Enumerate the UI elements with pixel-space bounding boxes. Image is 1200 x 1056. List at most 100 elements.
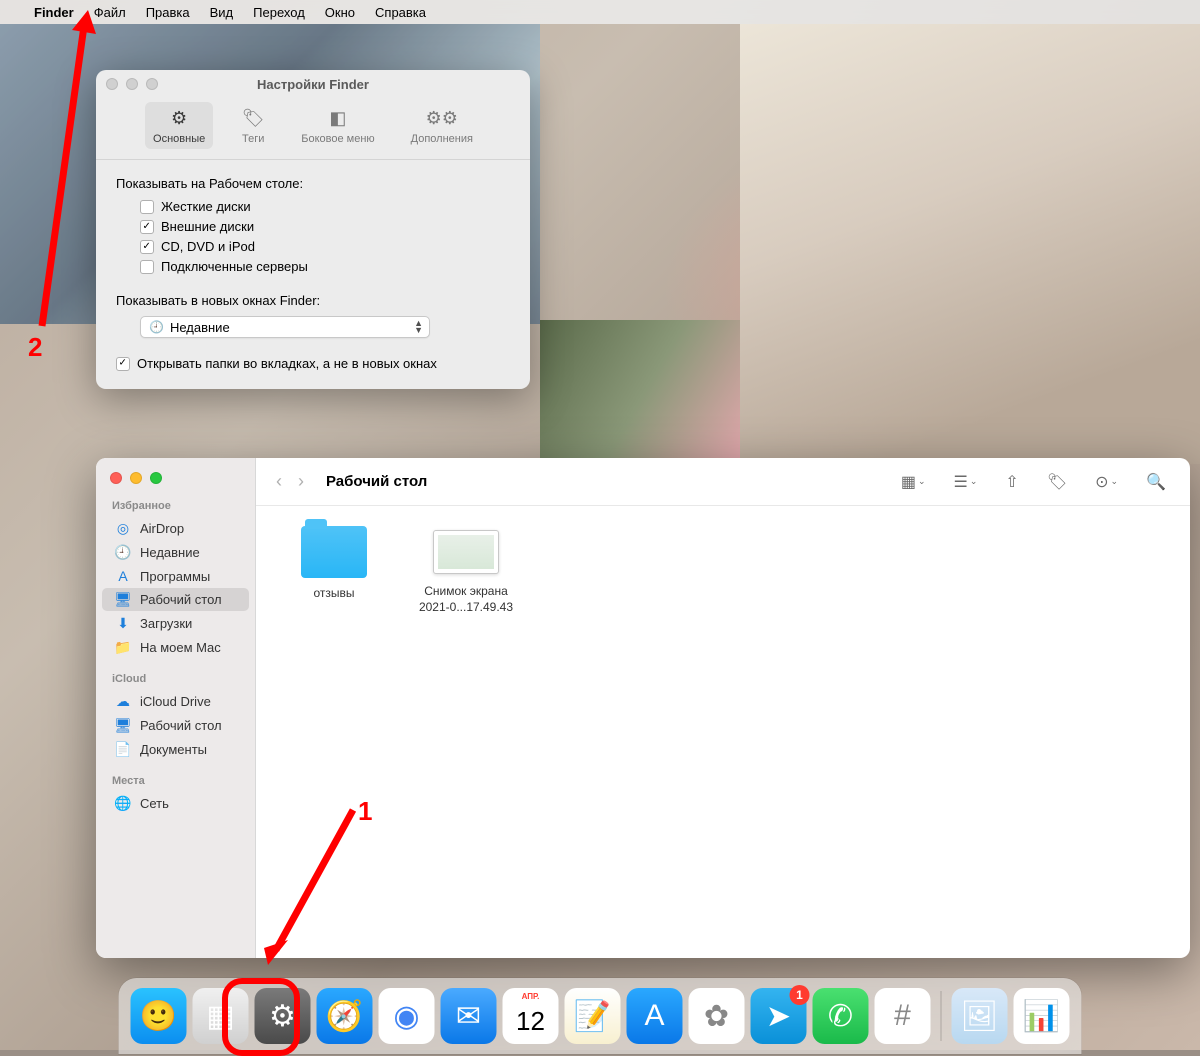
- sidebar-item[interactable]: 📄 Документы: [102, 738, 249, 761]
- minimize-button[interactable]: [130, 472, 142, 484]
- dock-app-appstore[interactable]: A: [627, 988, 683, 1044]
- nav-back-button[interactable]: ‹: [270, 471, 288, 492]
- sidebar-item-icon: ⬇: [114, 615, 132, 632]
- dock: 🙂▦⚙🧭◉✉АПР.12📝A✿➤1✆# 🖼📊: [119, 978, 1082, 1054]
- gears-icon: ⚙⚙: [430, 106, 454, 130]
- zoom-button[interactable]: [150, 472, 162, 484]
- file-item[interactable]: Снимок экрана 2021-0...17.49.43: [416, 526, 516, 615]
- finder-traffic-lights: [96, 470, 255, 496]
- prefs-tab-sidebar[interactable]: ◧Боковое меню: [293, 102, 382, 149]
- dock-app-numbers[interactable]: 📊: [1014, 988, 1070, 1044]
- prefs-titlebar[interactable]: Настройки Finder: [96, 70, 530, 98]
- new-window-label: Показывать в новых окнах Finder:: [116, 293, 510, 308]
- dock-separator: [941, 991, 942, 1041]
- dock-app-mail[interactable]: ✉: [441, 988, 497, 1044]
- sidebar-item-label: Сеть: [140, 796, 169, 811]
- tag-icon: 🏷: [241, 106, 265, 130]
- dock-app-notes[interactable]: 📝: [565, 988, 621, 1044]
- sidebar-header-icloud: iCloud: [96, 669, 255, 689]
- menu-go[interactable]: Переход: [253, 5, 305, 20]
- badge: 1: [790, 985, 810, 1005]
- checkbox-hard-disks[interactable]: Жесткие диски: [140, 199, 510, 214]
- group-by-button[interactable]: ☰ ⌄: [944, 472, 988, 492]
- sidebar-item[interactable]: 🖥 Рабочий стол: [102, 588, 249, 611]
- menu-edit[interactable]: Правка: [146, 5, 190, 20]
- finder-toolbar: ‹ › Рабочий стол ▦ ⌄ ☰ ⌄ ⇧ 🏷 ⊙ ⌄ 🔍: [256, 458, 1190, 506]
- file-name: отзывы: [284, 586, 384, 602]
- search-button[interactable]: 🔍: [1136, 472, 1176, 492]
- sidebar-header-favorites: Избранное: [96, 496, 255, 516]
- finder-title: Рабочий стол: [326, 473, 427, 490]
- sidebar-item-icon: A: [114, 568, 132, 584]
- sidebar-item[interactable]: 🕘 Недавние: [102, 541, 249, 564]
- sidebar-item-icon: 🖥: [114, 591, 132, 608]
- sidebar-header-locations: Места: [96, 771, 255, 791]
- sidebar-item[interactable]: ⬇Загрузки: [102, 612, 249, 635]
- close-button[interactable]: [110, 472, 122, 484]
- sidebar-item[interactable]: 📁На моем Mac: [102, 636, 249, 659]
- sidebar-item-icon: 📄: [114, 741, 132, 758]
- dock-app-chrome[interactable]: ◉: [379, 988, 435, 1044]
- sidebar-item-icon: 🕘: [114, 544, 132, 561]
- prefs-tab-general[interactable]: ⚙Основные: [145, 102, 213, 149]
- menu-window[interactable]: Окно: [325, 5, 355, 20]
- dock-app-photos[interactable]: ✿: [689, 988, 745, 1044]
- dock-app-preview[interactable]: 🖼: [952, 988, 1008, 1044]
- dock-app-settings[interactable]: ⚙: [255, 988, 311, 1044]
- sidebar-item-label: Недавние: [140, 545, 200, 560]
- checkbox-servers[interactable]: Подключенные серверы: [140, 259, 510, 274]
- dock-app-launchpad[interactable]: ▦: [193, 988, 249, 1044]
- sidebar-item-icon: ◎: [114, 520, 132, 537]
- show-on-desktop-label: Показывать на Рабочем столе:: [116, 176, 510, 191]
- file-name: Снимок экрана 2021-0...17.49.43: [416, 584, 516, 615]
- dock-app-whatsapp[interactable]: ✆: [813, 988, 869, 1044]
- file-item[interactable]: отзывы: [284, 526, 384, 602]
- sidebar-item-label: iCloud Drive: [140, 694, 211, 709]
- action-button[interactable]: ⊙ ⌄: [1085, 472, 1128, 492]
- sidebar-icon: ◧: [326, 106, 350, 130]
- finder-window: Избранное ◎ AirDrop 🕘 Недавние A Программы 🖥 Ра…: [96, 458, 1190, 958]
- sidebar-item-label: Документы: [140, 742, 207, 757]
- dock-app-slack[interactable]: #: [875, 988, 931, 1044]
- sidebar-item-label: Рабочий стол: [140, 592, 222, 607]
- sidebar-item[interactable]: A Программы: [102, 565, 249, 587]
- sidebar-item[interactable]: 🖥 Рабочий стол: [102, 714, 249, 737]
- menu-help[interactable]: Справка: [375, 5, 426, 20]
- sidebar-item[interactable]: ◎ AirDrop: [102, 517, 249, 540]
- sidebar-item-icon: 🖥: [114, 717, 132, 734]
- sidebar-item-label: AirDrop: [140, 521, 184, 536]
- dock-app-telegram[interactable]: ➤1: [751, 988, 807, 1044]
- finder-preferences-window: Настройки Finder ⚙Основные 🏷Теги ◧Боково…: [96, 70, 530, 389]
- finder-sidebar: Избранное ◎ AirDrop 🕘 Недавние A Программы 🖥 Ра…: [96, 458, 256, 958]
- prefs-title: Настройки Finder: [96, 77, 530, 92]
- menubar: Finder Файл Правка Вид Переход Окно Спра…: [0, 0, 1200, 24]
- finder-content[interactable]: отзывы Снимок экрана 2021-0...17.49.43: [256, 506, 1190, 958]
- nav-forward-button[interactable]: ›: [292, 471, 310, 492]
- share-button[interactable]: ⇧: [995, 472, 1028, 492]
- checkbox-external-disks[interactable]: Внешние диски: [140, 219, 510, 234]
- menu-view[interactable]: Вид: [210, 5, 234, 20]
- prefs-tabs: ⚙Основные 🏷Теги ◧Боковое меню ⚙⚙Дополнен…: [96, 98, 530, 160]
- edit-tags-button[interactable]: 🏷: [1037, 472, 1077, 492]
- prefs-tab-advanced[interactable]: ⚙⚙Дополнения: [403, 102, 481, 149]
- screenshot-icon: [433, 530, 499, 574]
- folder-icon: [301, 526, 367, 578]
- dock-app-finder[interactable]: 🙂: [131, 988, 187, 1044]
- menubar-app-name[interactable]: Finder: [34, 5, 74, 20]
- dock-app-calendar[interactable]: АПР.12: [503, 988, 559, 1044]
- sidebar-item-icon: 📁: [114, 639, 132, 656]
- new-window-value: Недавние: [170, 320, 230, 335]
- view-mode-button[interactable]: ▦ ⌄: [891, 472, 936, 492]
- sidebar-item-icon: ☁: [114, 693, 132, 710]
- stepper-arrows-icon: ▲▼: [414, 320, 423, 334]
- checkbox-cd-dvd-ipod[interactable]: CD, DVD и iPod: [140, 239, 510, 254]
- new-window-select[interactable]: 🕘 Недавние ▲▼: [140, 316, 430, 338]
- prefs-tab-tags[interactable]: 🏷Теги: [233, 102, 273, 149]
- dock-app-safari[interactable]: 🧭: [317, 988, 373, 1044]
- sidebar-item[interactable]: ☁ iCloud Drive: [102, 690, 249, 713]
- sidebar-item-label: Рабочий стол: [140, 718, 222, 733]
- sidebar-item[interactable]: 🌐Сеть: [102, 792, 249, 815]
- menu-file[interactable]: Файл: [94, 5, 126, 20]
- checkbox-open-in-tabs[interactable]: Открывать папки во вкладках, а не в новы…: [116, 356, 510, 371]
- sidebar-item-label: Программы: [140, 569, 210, 584]
